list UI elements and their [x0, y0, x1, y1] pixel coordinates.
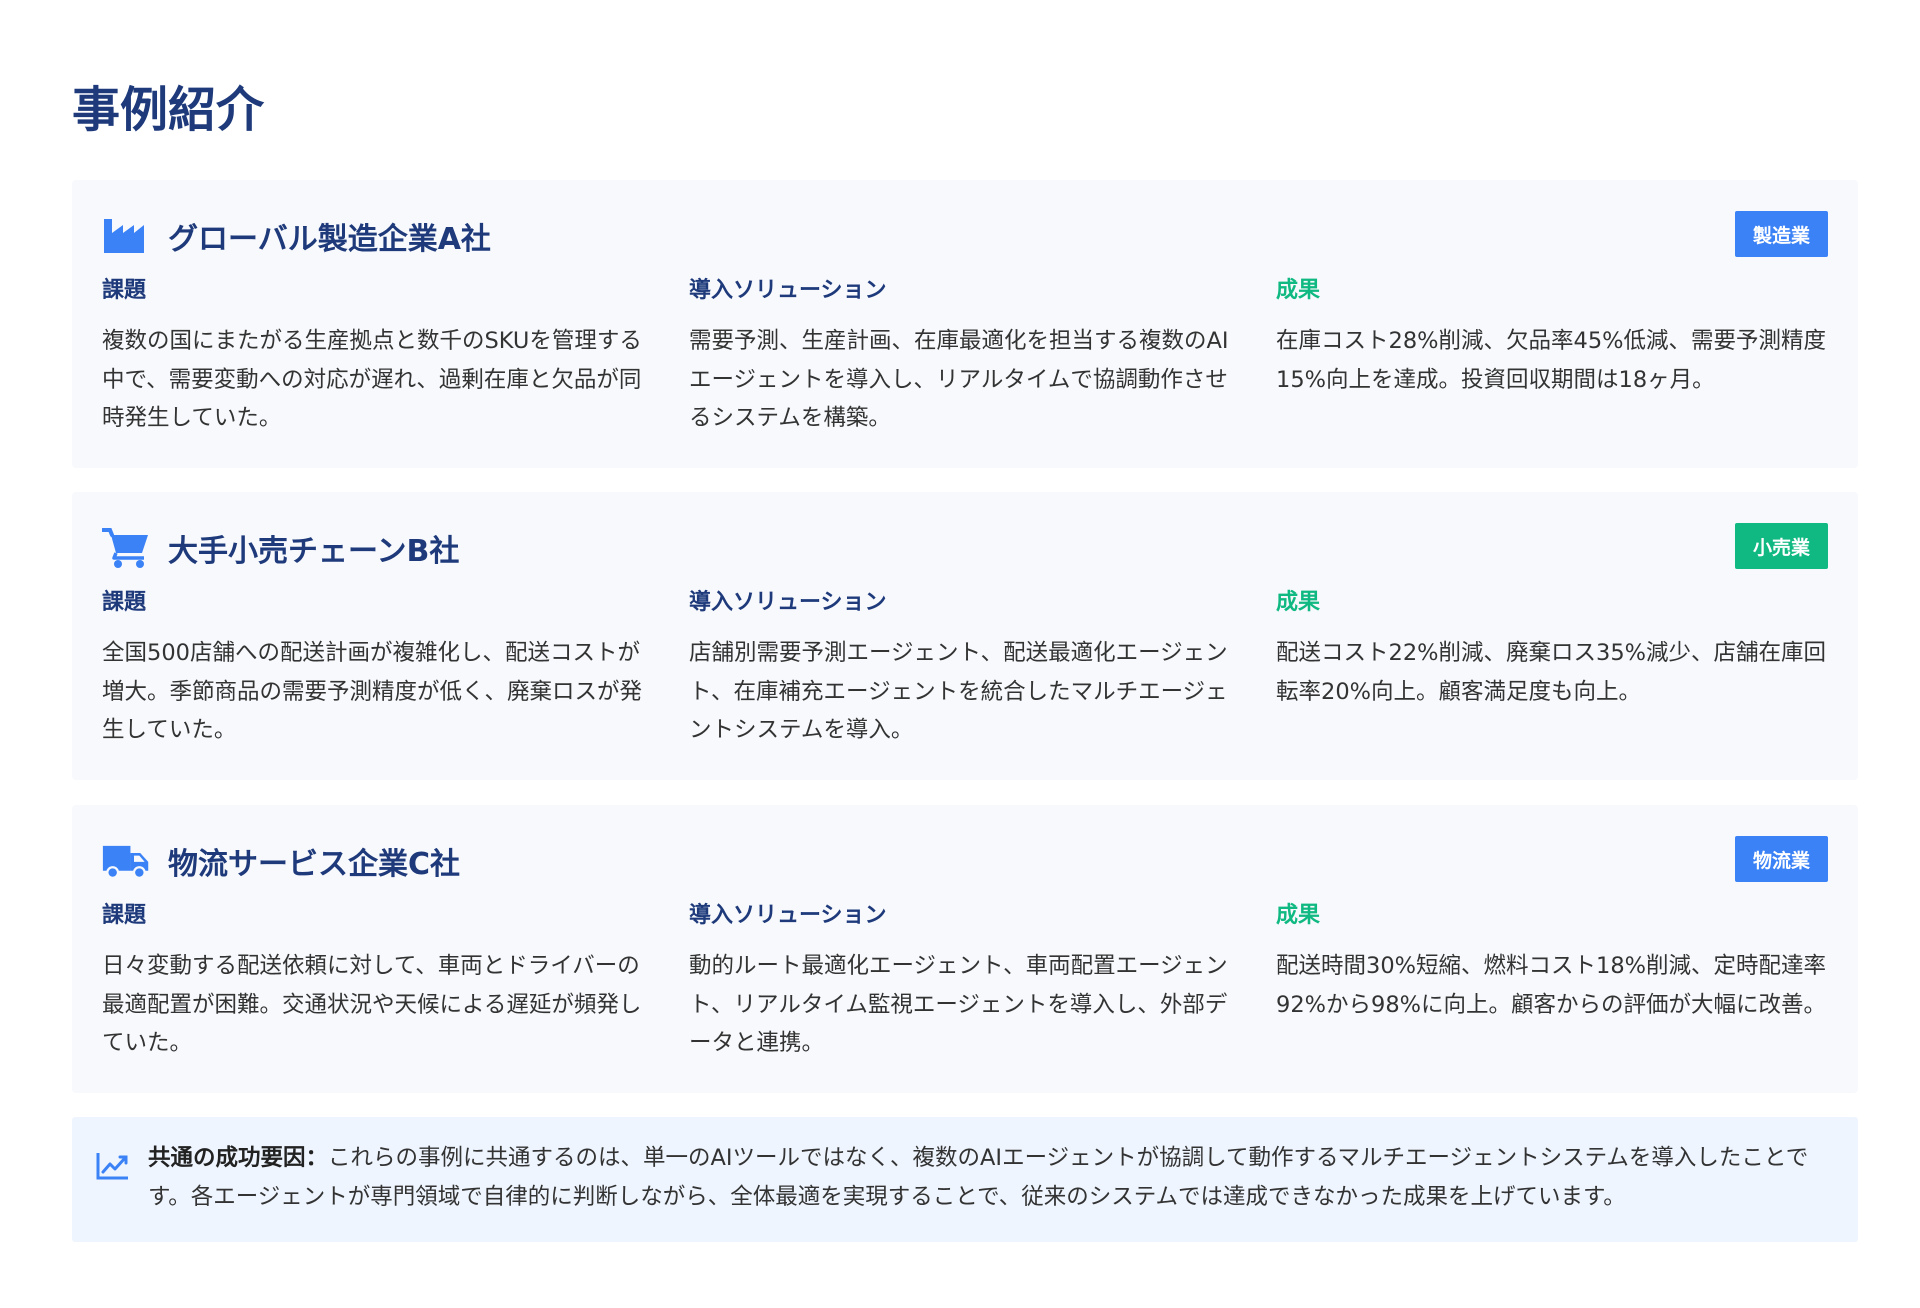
result-text: 在庫コスト28%削減、欠品率45%低減、需要予測精度15%向上を達成。投資回収期…: [1276, 328, 1827, 393]
page-title: 事例紹介: [72, 82, 265, 138]
issue-column: 課題 日々変動する配送依頼に対して、車両とドライバーの最適配置が困難。交通状況や…: [102, 901, 657, 1063]
solution-heading: 導入ソリューション: [689, 590, 887, 615]
issue-heading: 課題: [102, 590, 147, 615]
result-heading: 成果: [1276, 278, 1321, 303]
case-studies-page: 事例紹介 グローバル製造企業A社 製造業 課題 複数の国にまたがる生産拠点と数千…: [0, 0, 1920, 1308]
issue-text: 日々変動する配送依頼に対して、車両とドライバーの最適配置が困難。交通状況や天候に…: [102, 953, 642, 1056]
success-factor-label: 共通の成功要因：: [148, 1145, 329, 1171]
solution-text: 動的ルート最適化エージェント、車両配置エージェント、リアルタイム監視エージェント…: [689, 953, 1228, 1056]
industry-badge: 小売業: [1734, 523, 1828, 569]
card-header: 物流サービス企業C社 物流業: [102, 836, 1828, 883]
result-heading: 成果: [1276, 590, 1321, 615]
result-column: 成果 在庫コスト28%削減、欠品率45%低減、需要予測精度15%向上を達成。投資…: [1276, 276, 1831, 399]
solution-column: 導入ソリューション 店舗別需要予測エージェント、配送最適化エージェント、在庫補充…: [689, 588, 1244, 750]
solution-column: 導入ソリューション 需要予測、生産計画、在庫最適化を担当する複数のAIエージェン…: [689, 276, 1244, 438]
solution-text: 店舗別需要予測エージェント、配送最適化エージェント、在庫補充エージェントを統合し…: [689, 640, 1228, 743]
result-text: 配送コスト22%削減、廃棄ロス35%減少、店舗在庫回転率20%向上。顧客満足度も…: [1276, 640, 1827, 705]
case-title: 大手小売チェーンB社: [168, 534, 460, 569]
result-heading: 成果: [1276, 903, 1321, 928]
case-title: グローバル製造企業A社: [168, 222, 491, 257]
card-header: グローバル製造企業A社 製造業: [102, 211, 1828, 258]
case-card-b: 大手小売チェーンB社 小売業 課題 全国500店舗への配送計画が複雑化し、配送コ…: [72, 492, 1858, 780]
success-factor-box: 共通の成功要因：これらの事例に共通するのは、単一のAIツールではなく、複数のAI…: [72, 1117, 1858, 1242]
card-header: 大手小売チェーンB社 小売業: [102, 523, 1828, 570]
result-column: 成果 配送コスト22%削減、廃棄ロス35%減少、店舗在庫回転率20%向上。顧客満…: [1276, 588, 1831, 711]
success-factor-text: 共通の成功要因：これらの事例に共通するのは、単一のAIツールではなく、複数のAI…: [148, 1139, 1840, 1217]
result-column: 成果 配送時間30%短縮、燃料コスト18%削減、定時配達率92%から98%に向上…: [1276, 901, 1831, 1024]
solution-text: 需要予測、生産計画、在庫最適化を担当する複数のAIエージェントを導入し、リアルタ…: [689, 328, 1229, 431]
case-columns: 課題 複数の国にまたがる生産拠点と数千のSKUを管理する中で、需要変動への対応が…: [102, 276, 1828, 446]
solution-heading: 導入ソリューション: [689, 903, 887, 928]
result-text: 配送時間30%短縮、燃料コスト18%削減、定時配達率92%から98%に向上。顧客…: [1276, 953, 1827, 1018]
success-factor-body: これらの事例に共通するのは、単一のAIツールではなく、複数のAIエージェントが協…: [148, 1145, 1809, 1210]
industry-badge: 製造業: [1734, 211, 1828, 257]
solution-column: 導入ソリューション 動的ルート最適化エージェント、車両配置エージェント、リアルタ…: [689, 901, 1244, 1063]
issue-heading: 課題: [102, 903, 147, 928]
issue-heading: 課題: [102, 278, 147, 303]
issue-text: 全国500店舗への配送計画が複雑化し、配送コストが増大。季節商品の需要予測精度が…: [102, 640, 643, 743]
issue-column: 課題 複数の国にまたがる生産拠点と数千のSKUを管理する中で、需要変動への対応が…: [102, 276, 657, 438]
case-columns: 課題 全国500店舗への配送計画が複雑化し、配送コストが増大。季節商品の需要予測…: [102, 588, 1828, 758]
solution-heading: 導入ソリューション: [689, 278, 887, 303]
case-title: 物流サービス企業C社: [168, 847, 461, 882]
case-card-c: 物流サービス企業C社 物流業 課題 日々変動する配送依頼に対して、車両とドライバ…: [72, 805, 1858, 1093]
industry-badge: 物流業: [1734, 836, 1828, 882]
case-columns: 課題 日々変動する配送依頼に対して、車両とドライバーの最適配置が困難。交通状況や…: [102, 901, 1828, 1071]
case-card-a: グローバル製造企業A社 製造業 課題 複数の国にまたがる生産拠点と数千のSKUを…: [72, 180, 1858, 468]
chart-line-icon: [96, 1151, 130, 1185]
factory-icon: [102, 214, 150, 258]
issue-column: 課題 全国500店舗への配送計画が複雑化し、配送コストが増大。季節商品の需要予測…: [102, 588, 657, 750]
truck-icon: [102, 839, 150, 883]
shopping-cart-icon: [102, 526, 150, 570]
issue-text: 複数の国にまたがる生産拠点と数千のSKUを管理する中で、需要変動への対応が遅れ、…: [102, 328, 642, 431]
